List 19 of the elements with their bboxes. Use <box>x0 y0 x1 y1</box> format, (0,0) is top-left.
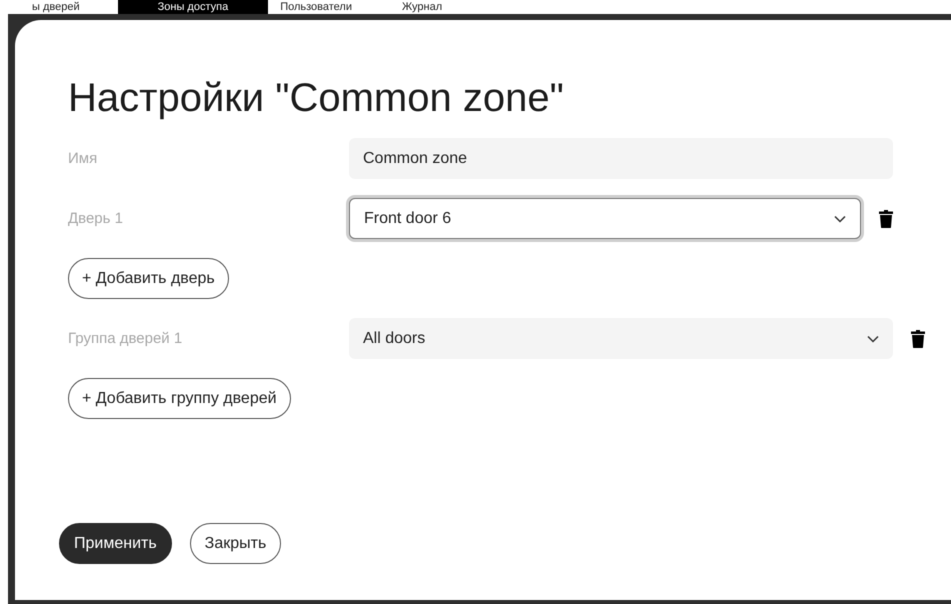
add-button[interactable]: + Добавить группу дверей <box>68 378 291 419</box>
input-field[interactable]: Common zone <box>349 138 893 179</box>
tab[interactable]: Пользователи <box>268 0 390 14</box>
field-label: Дверь 1 <box>68 210 124 227</box>
tab[interactable]: Журнал <box>390 0 480 14</box>
dropdown[interactable]: All doors <box>349 318 893 359</box>
close-button[interactable]: Закрыть <box>190 523 282 564</box>
trash-icon[interactable] <box>911 330 925 348</box>
chevron-down-icon <box>867 334 879 342</box>
dropdown[interactable]: Front door 6 <box>349 198 861 239</box>
field-label: Группа дверей 1 <box>68 330 184 347</box>
tab[interactable]: Зоны доступа <box>118 0 268 14</box>
field-label: Имя <box>68 150 98 167</box>
tab[interactable]: ы дверей <box>20 0 118 14</box>
trash-icon[interactable] <box>879 210 893 228</box>
apply-button[interactable]: Применить <box>59 523 172 564</box>
add-button[interactable]: + Добавить дверь <box>68 258 229 299</box>
chevron-down-icon <box>834 214 846 222</box>
dialog-title: Настройки "Common zone" <box>68 75 565 122</box>
